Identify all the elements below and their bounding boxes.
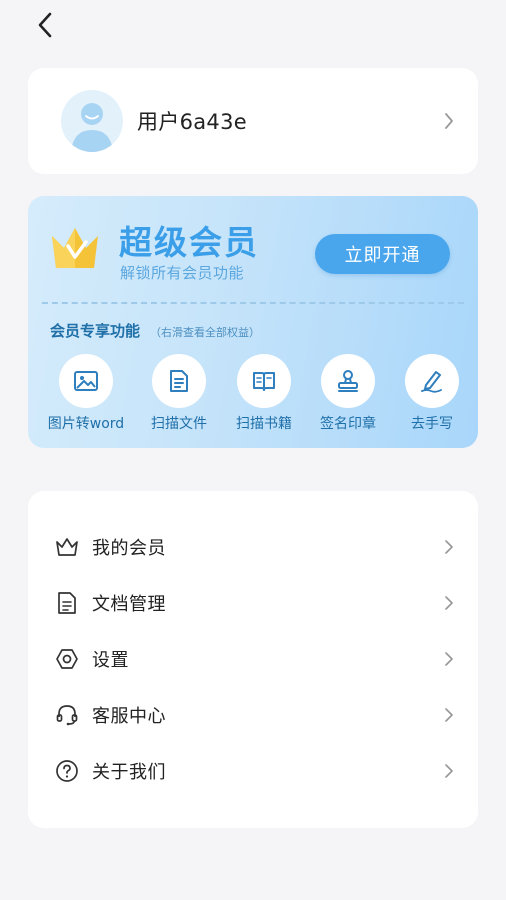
profile-card[interactable]: 用户6a43e	[28, 68, 478, 174]
settings-icon	[56, 649, 78, 669]
chevron-right-icon	[445, 540, 453, 554]
menu-item-customer-service[interactable]: 客服中心	[28, 691, 478, 739]
menu-item-label: 我的会员	[92, 538, 166, 559]
document-icon	[170, 370, 188, 392]
feature-label: 去手写	[411, 416, 453, 432]
menu-item-label: 客服中心	[92, 706, 166, 727]
feature-label: 扫描文件	[151, 416, 207, 432]
vip-title: 超级会员	[119, 223, 259, 262]
open-membership-button[interactable]: 立即开通	[315, 234, 450, 274]
crown-logo-icon	[52, 228, 98, 268]
crown-icon	[56, 538, 78, 556]
stamp-icon	[338, 370, 358, 392]
user-avatar-icon	[71, 103, 113, 152]
features-title: 会员专享功能	[50, 322, 141, 340]
image-icon	[74, 371, 98, 391]
chevron-right-icon	[445, 764, 453, 778]
menu-list: 我的会员 文档管理 设置 客服中心 关于我们	[28, 491, 478, 828]
feature-scan-book[interactable]: 扫描书籍	[220, 354, 308, 433]
menu-item-label: 设置	[92, 650, 129, 671]
chevron-left-icon	[38, 12, 52, 38]
pen-icon	[421, 371, 442, 393]
menu-item-label: 关于我们	[92, 762, 166, 783]
vip-subtitle: 解锁所有会员功能	[120, 264, 245, 282]
menu-item-settings[interactable]: 设置	[28, 635, 478, 683]
features-hint: （右滑查看全部权益）	[150, 326, 261, 339]
document-icon	[58, 592, 76, 614]
feature-image-to-word[interactable]: 图片转word	[42, 354, 130, 433]
feature-label: 图片转word	[47, 416, 125, 432]
chevron-right-icon	[445, 113, 453, 129]
headset-icon	[56, 705, 78, 726]
feature-label: 签名印章	[320, 416, 376, 432]
chevron-right-icon	[445, 708, 453, 722]
back-button[interactable]	[30, 10, 60, 40]
help-icon	[56, 760, 78, 782]
feature-scan-file[interactable]: 扫描文件	[135, 354, 223, 433]
avatar	[61, 90, 123, 152]
vip-card: 超级会员 解锁所有会员功能 立即开通 会员专享功能 （右滑查看全部权益） 图片转…	[28, 196, 478, 448]
divider	[42, 302, 464, 304]
feature-label: 扫描书籍	[236, 416, 292, 432]
feature-signature-stamp[interactable]: 签名印章	[304, 354, 392, 433]
menu-item-my-membership[interactable]: 我的会员	[28, 523, 478, 571]
menu-item-document-management[interactable]: 文档管理	[28, 579, 478, 627]
features-row[interactable]: 图片转word 扫描文件 扫描书籍 签名印章 去手写	[28, 354, 478, 440]
chevron-right-icon	[445, 596, 453, 610]
book-icon	[253, 372, 275, 391]
chevron-right-icon	[445, 652, 453, 666]
menu-item-label: 文档管理	[92, 594, 166, 615]
username: 用户6a43e	[137, 110, 247, 134]
menu-item-about-us[interactable]: 关于我们	[28, 747, 478, 795]
feature-remove-handwriting[interactable]: 去手写	[388, 354, 476, 433]
